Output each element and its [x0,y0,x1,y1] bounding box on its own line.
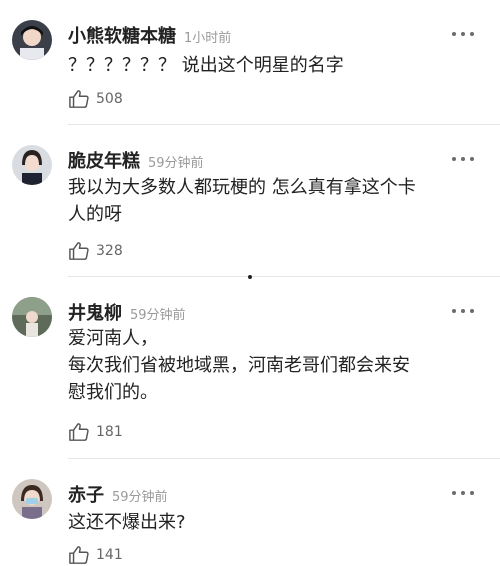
more-dots-icon[interactable] [452,155,474,163]
avatar[interactable] [12,297,52,337]
comment-item: 脆皮年糕 59分钟前 我以为大多数人都玩梗的 怎么真有拿这个卡 人的呀 328 [0,125,500,277]
comment-author[interactable]: 井鬼柳 59分钟前 [68,299,186,325]
comment-text: 爱河南人， 每次我们省被地域黑，河南老哥们都会来安 慰我们的。 [68,328,410,403]
thumbs-up-icon [69,90,89,108]
comment-author[interactable]: 脆皮年糕 59分钟前 [68,147,204,173]
avatar[interactable] [12,145,52,185]
more-dots-icon[interactable] [452,30,474,38]
comment-text: 这还不爆出来? [68,512,186,533]
like-count: 141 [96,547,123,563]
author-name[interactable]: 赤子 [68,485,104,506]
comment-author[interactable]: 赤子 59分钟前 [68,481,168,507]
avatar[interactable] [12,479,52,519]
comment-text: ？？？？？？ 说出这个明星的名字 [68,55,344,76]
like-button[interactable]: 328 [68,240,123,262]
thumbs-up-icon [69,242,89,260]
comment-author[interactable]: 小熊软糖本糖 1小时前 [68,22,231,48]
thumbs-up-icon [69,423,89,441]
avatar[interactable] [12,20,52,60]
comment-item: 赤子 59分钟前 这还不爆出来? 141 [0,459,500,566]
author-name[interactable]: 脆皮年糕 [68,151,140,172]
comment-time: 59分钟前 [130,308,186,323]
like-count: 508 [96,91,123,107]
like-count: 181 [96,424,123,440]
author-name[interactable]: 小熊软糖本糖 [68,26,176,47]
comment-text: 我以为大多数人都玩梗的 怎么真有拿这个卡 人的呀 [68,177,416,225]
comment-time: 59分钟前 [148,156,204,171]
comment-item: 井鬼柳 59分钟前 爱河南人， 每次我们省被地域黑，河南老哥们都会来安 慰我们的。… [0,277,500,459]
more-dots-icon[interactable] [452,307,474,315]
like-count: 328 [96,243,123,259]
like-button[interactable]: 181 [68,421,123,443]
more-dots-icon[interactable] [452,489,474,497]
like-button[interactable]: 141 [68,544,123,566]
thumbs-up-icon [69,546,89,564]
author-name[interactable]: 井鬼柳 [68,303,122,324]
like-button[interactable]: 508 [68,88,123,110]
comment-time: 1小时前 [184,31,232,46]
comment-item: 小熊软糖本糖 1小时前 ？？？？？？ 说出这个明星的名字 508 [0,0,500,125]
comment-time: 59分钟前 [112,490,168,505]
